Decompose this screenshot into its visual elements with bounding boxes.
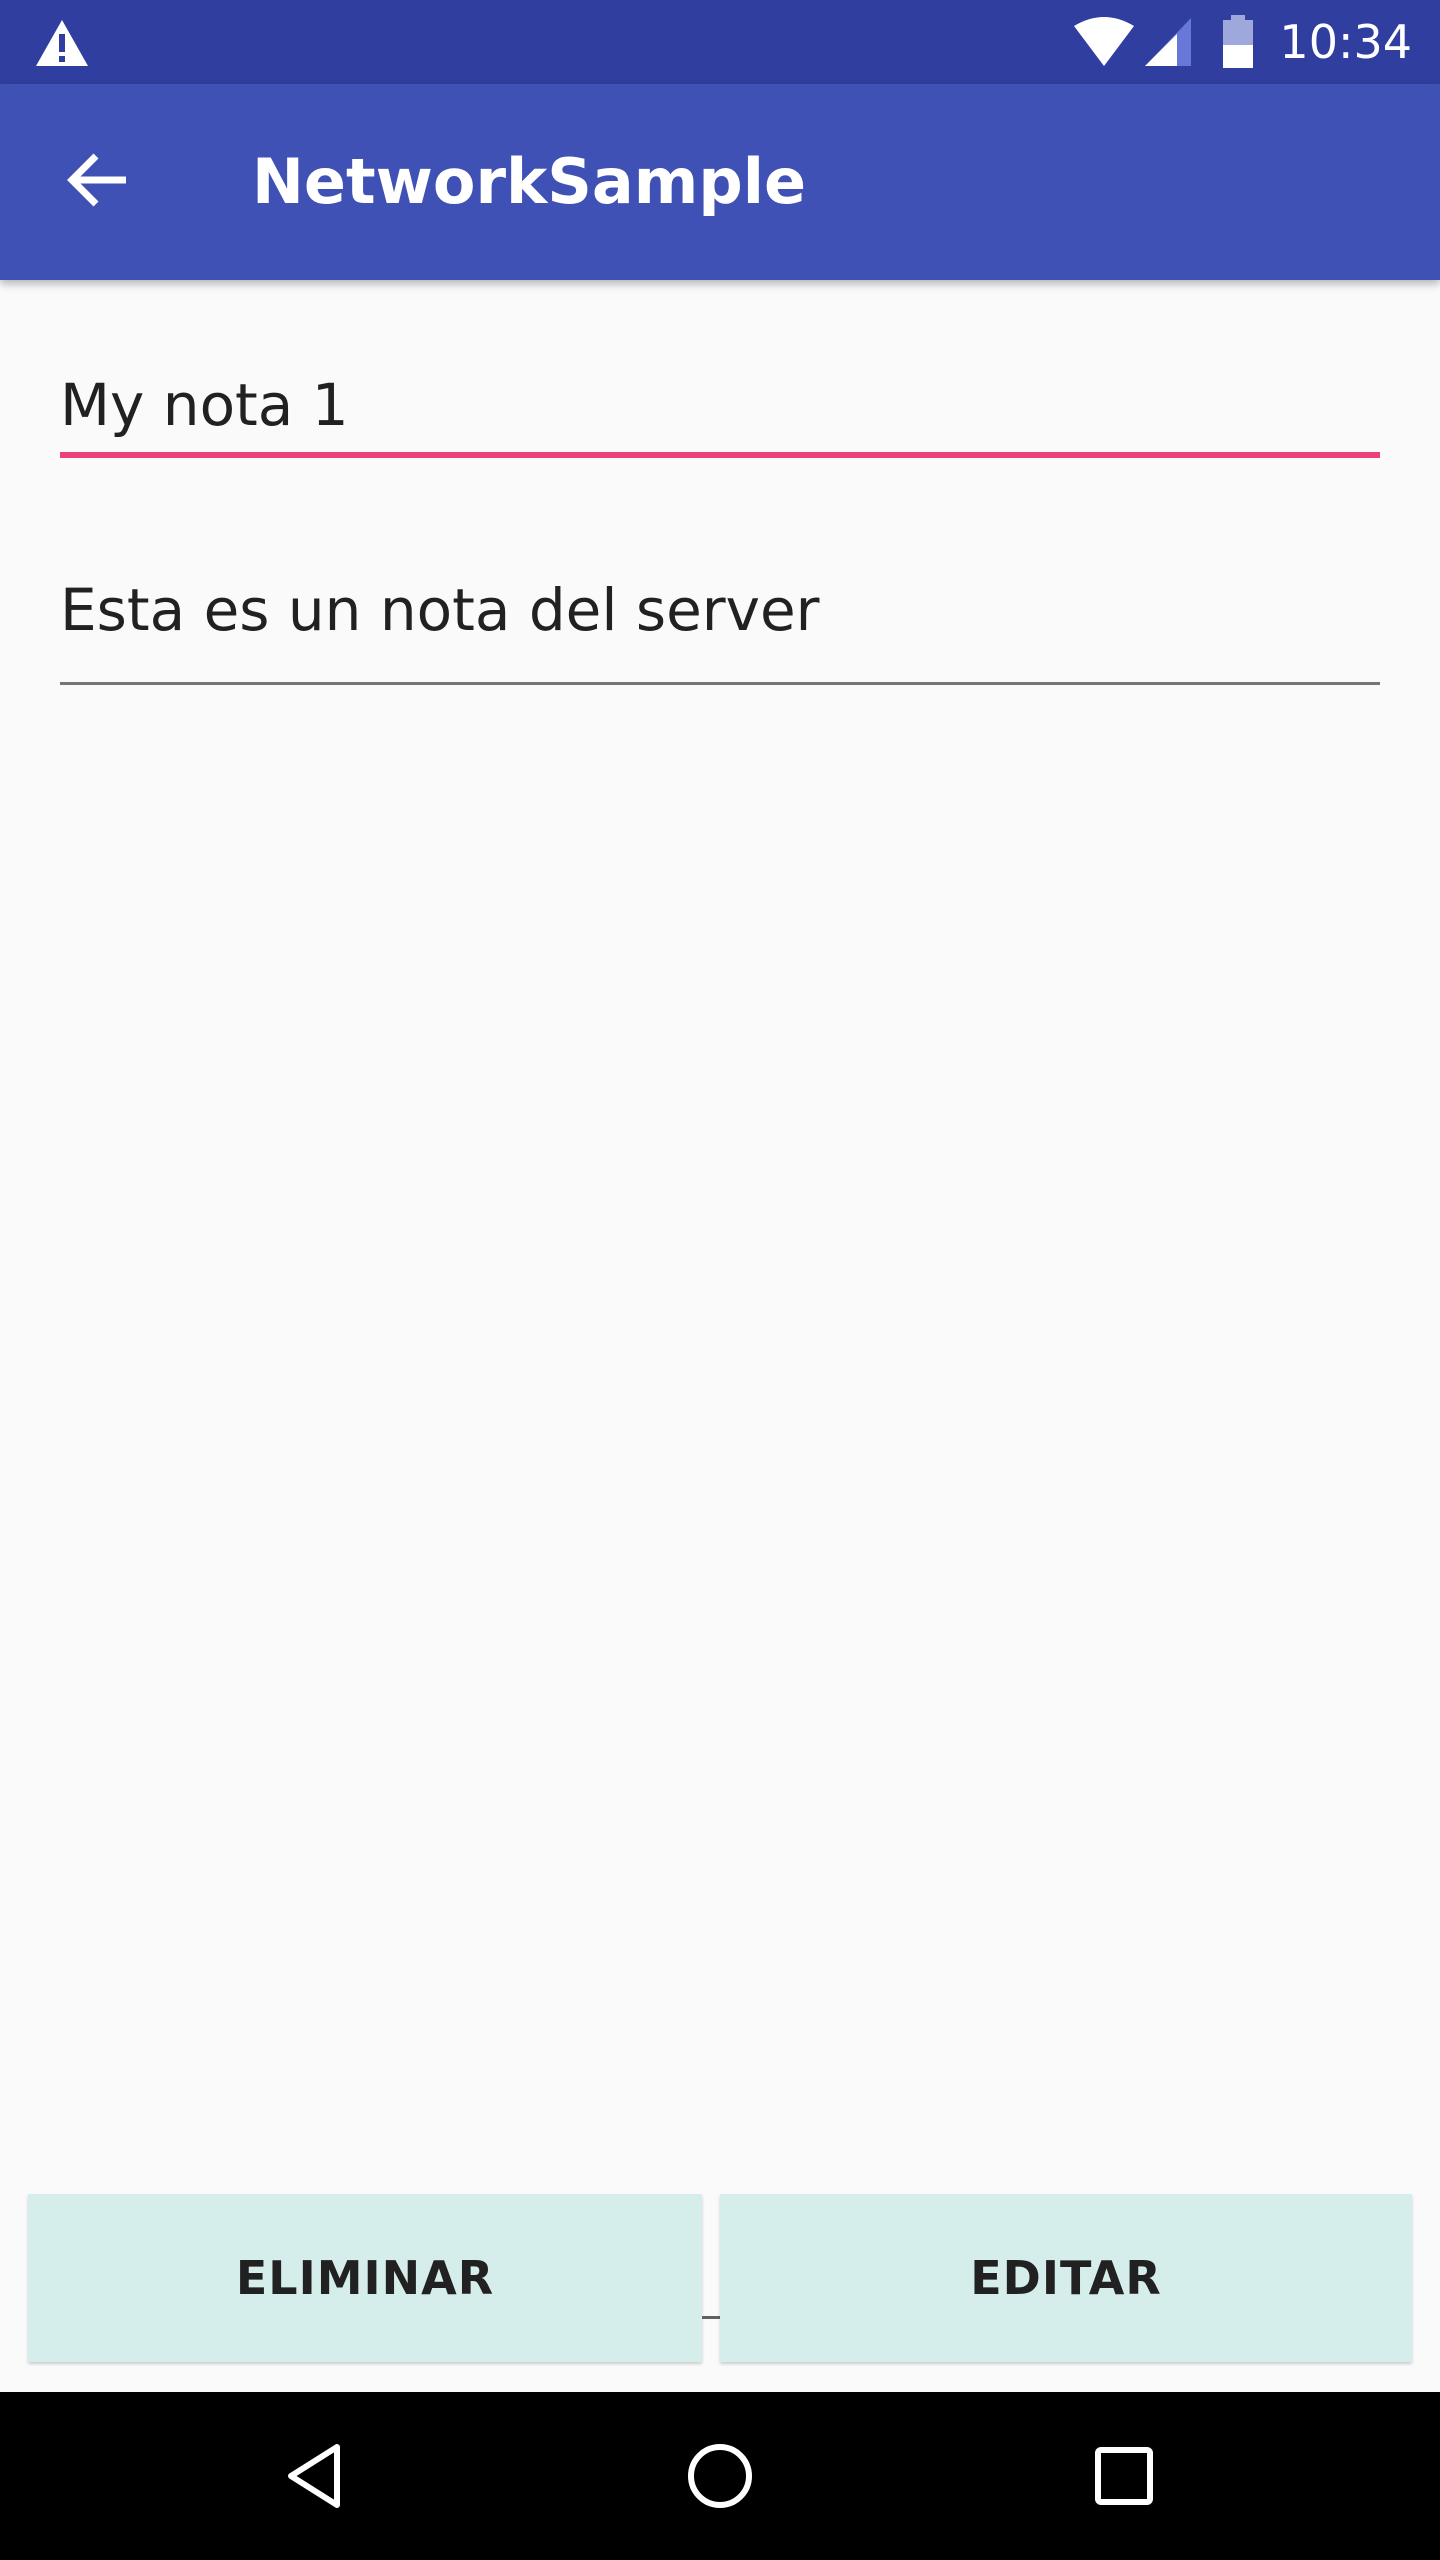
- warning-icon: [36, 20, 88, 66]
- title-input[interactable]: [60, 360, 1380, 450]
- signal-icon: [1145, 18, 1192, 66]
- nav-back-button[interactable]: [266, 2426, 366, 2526]
- edit-button[interactable]: EDITAR: [720, 2194, 1412, 2362]
- status-bar: 10:34: [0, 0, 1440, 84]
- body-input[interactable]: [60, 560, 1380, 660]
- navigation-bar: [0, 2392, 1440, 2560]
- delete-button[interactable]: ELIMINAR: [28, 2194, 702, 2362]
- body-field: [60, 560, 1380, 686]
- back-button[interactable]: [48, 130, 148, 230]
- status-time: 10:34: [1279, 15, 1412, 69]
- battery-icon: [1223, 15, 1254, 68]
- title-underline-focused: [60, 452, 1380, 458]
- nav-home-icon: [688, 2444, 752, 2508]
- wifi-icon: [1074, 17, 1135, 66]
- button-row: ELIMINAR EDITAR: [0, 2194, 1440, 2364]
- app-title: NetworkSample: [252, 145, 807, 218]
- arrow-back-icon: [67, 153, 126, 207]
- title-field: [60, 360, 1380, 460]
- nav-recents-icon: [1095, 2447, 1153, 2505]
- nav-back-icon: [288, 2444, 340, 2508]
- body-underline: [60, 682, 1380, 685]
- app-bar: NetworkSample: [0, 84, 1440, 280]
- nav-recents-button[interactable]: [1074, 2426, 1174, 2526]
- button-divider: [702, 2316, 720, 2319]
- screen: 10:34 NetworkSample ELIMINAR EDITAR: [0, 0, 1440, 2560]
- nav-home-button[interactable]: [670, 2426, 770, 2526]
- status-icons: 10:34: [1073, 0, 1440, 84]
